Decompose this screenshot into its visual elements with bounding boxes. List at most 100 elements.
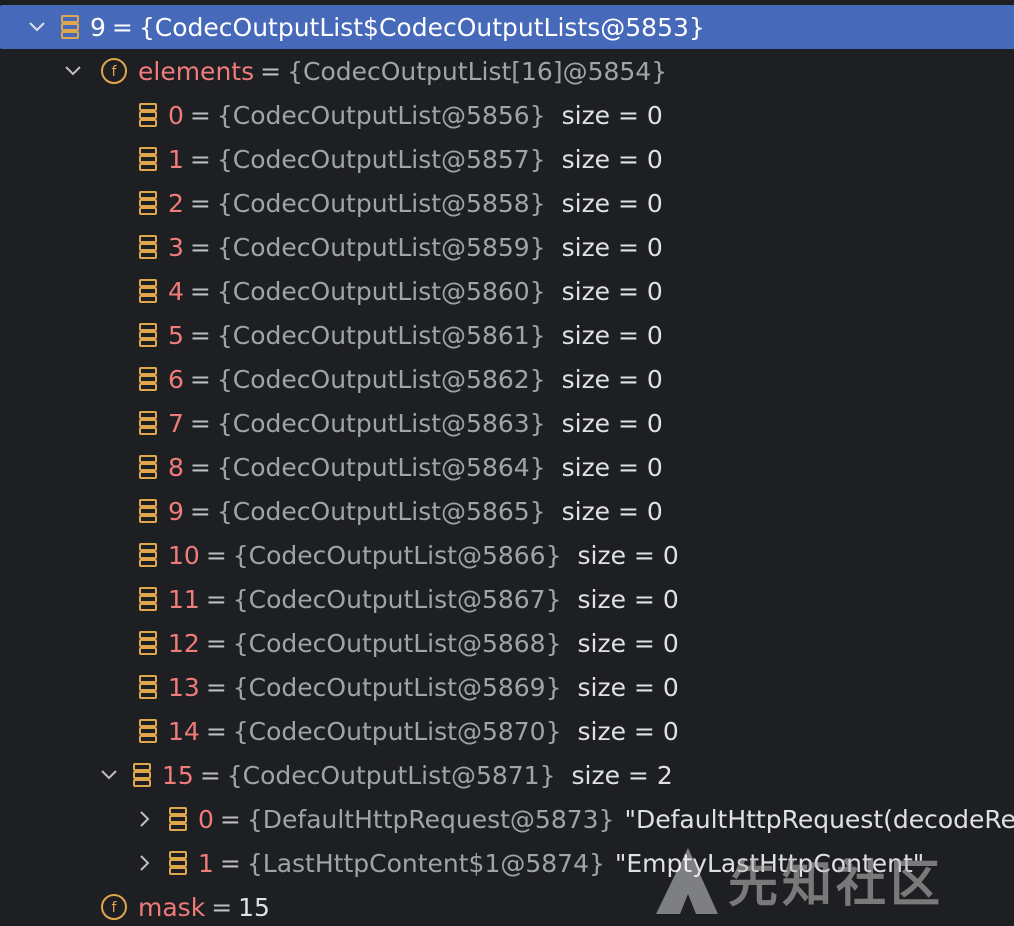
item-ref: {CodecOutputList@5870} — [232, 716, 562, 746]
tree-row-item[interactable]: 10 = {CodecOutputList@5866} size = 0 — [0, 533, 1014, 577]
tree-row-item[interactable]: 1 = {CodecOutputList@5857} size = 0 — [0, 137, 1014, 181]
tree-row-item[interactable]: 12 = {CodecOutputList@5868} size = 0 — [0, 621, 1014, 665]
field-icon: f — [100, 57, 128, 85]
tree-row-item[interactable]: 8 = {CodecOutputList@5864} size = 0 — [0, 445, 1014, 489]
item-ref: {CodecOutputList@5864} — [216, 452, 546, 482]
tree-row-item[interactable]: 7 = {CodecOutputList@5863} size = 0 — [0, 401, 1014, 445]
tree-row-sub-item[interactable]: 1 = {LastHttpContent$1@5874} "EmptyLastHttp… — [0, 841, 1014, 885]
equals-sign: = — [205, 716, 227, 746]
sub-item-index: 1 — [198, 848, 214, 878]
list-entry-icon — [138, 146, 158, 172]
equals-sign: = — [205, 628, 227, 658]
item-size: size = 0 — [577, 628, 679, 658]
list-entry-icon — [138, 718, 158, 744]
item-ref: {CodecOutputList@5867} — [232, 584, 562, 614]
chevron-right-icon[interactable] — [136, 854, 154, 872]
item-size: size = 0 — [561, 408, 663, 438]
tree-row-item[interactable]: 4 = {CodecOutputList@5860} size = 0 — [0, 269, 1014, 313]
elements-field-name: elements — [138, 56, 255, 86]
item-ref: {CodecOutputList@5868} — [232, 628, 562, 658]
item-size: size = 0 — [561, 320, 663, 350]
equals-sign: = — [205, 540, 227, 570]
tree-row-item[interactable]: 11 = {CodecOutputList@5867} size = 0 — [0, 577, 1014, 621]
item-size: size = 0 — [577, 716, 679, 746]
item-index: 9 — [168, 496, 184, 526]
sub-item-value: "EmptyLastHttpContent" — [614, 848, 925, 878]
tree-row-item[interactable]: 9 = {CodecOutputList@5865} size = 0 — [0, 489, 1014, 533]
item-index: 5 — [168, 320, 184, 350]
equals-sign: = — [111, 12, 133, 42]
list-entry-icon — [138, 234, 158, 260]
item-ref: {CodecOutputList@5857} — [216, 144, 546, 174]
equals-sign: = — [205, 672, 227, 702]
list-entry-icon — [168, 806, 188, 832]
item-index: 1 — [168, 144, 184, 174]
item-index: 14 — [168, 716, 200, 746]
item-ref: {CodecOutputList@5858} — [216, 188, 546, 218]
equals-sign: = — [205, 584, 227, 614]
list-entry-icon — [138, 102, 158, 128]
equals-sign: = — [219, 848, 241, 878]
tree-row-item[interactable]: 13 = {CodecOutputList@5869} size = 0 — [0, 665, 1014, 709]
item-ref: {CodecOutputList@5861} — [216, 320, 546, 350]
item-size: size = 0 — [561, 188, 663, 218]
tree-row-sub-item[interactable]: 0 = {DefaultHttpRequest@5873} "DefaultHttpR… — [0, 797, 1014, 841]
item-ref: {CodecOutputList@5866} — [232, 540, 562, 570]
root-index: 9 — [90, 12, 106, 42]
tree-row-item[interactable]: 6 = {CodecOutputList@5862} size = 0 — [0, 357, 1014, 401]
item-ref: {CodecOutputList@5863} — [216, 408, 546, 438]
sub-item-index: 0 — [198, 804, 214, 834]
item-ref: {CodecOutputList@5865} — [216, 496, 546, 526]
svg-text:f: f — [112, 900, 118, 916]
equals-sign: = — [260, 56, 282, 86]
tree-row-item[interactable]: 0 = {CodecOutputList@5856} size = 0 — [0, 93, 1014, 137]
equals-sign: = — [189, 496, 211, 526]
list-entry-icon — [138, 674, 158, 700]
item-size: size = 0 — [561, 452, 663, 482]
root-ref: {CodecOutputList$CodecOutputLists@5853} — [138, 12, 705, 42]
list-entry-icon — [168, 850, 188, 876]
item-ref: {CodecOutputList@5860} — [216, 276, 546, 306]
chevron-down-icon[interactable] — [100, 766, 118, 784]
tree-row-item[interactable]: 15 = {CodecOutputList@5871} size = 2 — [0, 753, 1014, 797]
list-entry-icon — [60, 14, 80, 40]
item-index: 11 — [168, 584, 200, 614]
equals-sign: = — [189, 320, 211, 350]
chevron-down-icon[interactable] — [64, 62, 82, 80]
item-index: 10 — [168, 540, 200, 570]
item-index: 3 — [168, 232, 184, 262]
item-index: 12 — [168, 628, 200, 658]
variables-tree: 9 = {CodecOutputList$CodecOutputLists@58… — [0, 0, 1014, 926]
item-index: 7 — [168, 408, 184, 438]
list-entry-icon — [138, 498, 158, 524]
equals-sign: = — [189, 276, 211, 306]
item-index: 13 — [168, 672, 200, 702]
equals-sign: = — [189, 408, 211, 438]
tree-row-mask[interactable]: f mask = 15 — [0, 885, 1014, 926]
item-size: size = 0 — [561, 496, 663, 526]
tree-row-item[interactable]: 3 = {CodecOutputList@5859} size = 0 — [0, 225, 1014, 269]
list-entry-icon — [138, 322, 158, 348]
tree-row-elements[interactable]: f elements = {CodecOutputList[16]@5854} — [0, 49, 1014, 93]
list-entry-icon — [138, 366, 158, 392]
item-ref: {CodecOutputList@5856} — [216, 100, 546, 130]
tree-row-item[interactable]: 2 = {CodecOutputList@5858} size = 0 — [0, 181, 1014, 225]
item-size: size = 0 — [561, 144, 663, 174]
equals-sign: = — [219, 804, 241, 834]
equals-sign: = — [189, 188, 211, 218]
chevron-right-icon[interactable] — [136, 810, 154, 828]
item-index: 4 — [168, 276, 184, 306]
item-size: size = 0 — [561, 100, 663, 130]
item-size: size = 2 — [571, 760, 673, 790]
tree-row-item[interactable]: 5 = {CodecOutputList@5861} size = 0 — [0, 313, 1014, 357]
list-entry-icon — [138, 190, 158, 216]
chevron-down-icon[interactable] — [28, 18, 46, 36]
equals-sign: = — [189, 452, 211, 482]
tree-row-root[interactable]: 9 = {CodecOutputList$CodecOutputLists@58… — [0, 5, 1014, 49]
item-index: 2 — [168, 188, 184, 218]
field-icon: f — [100, 893, 128, 921]
equals-sign: = — [211, 892, 233, 922]
list-entry-icon — [138, 630, 158, 656]
equals-sign: = — [189, 100, 211, 130]
tree-row-item[interactable]: 14 = {CodecOutputList@5870} size = 0 — [0, 709, 1014, 753]
